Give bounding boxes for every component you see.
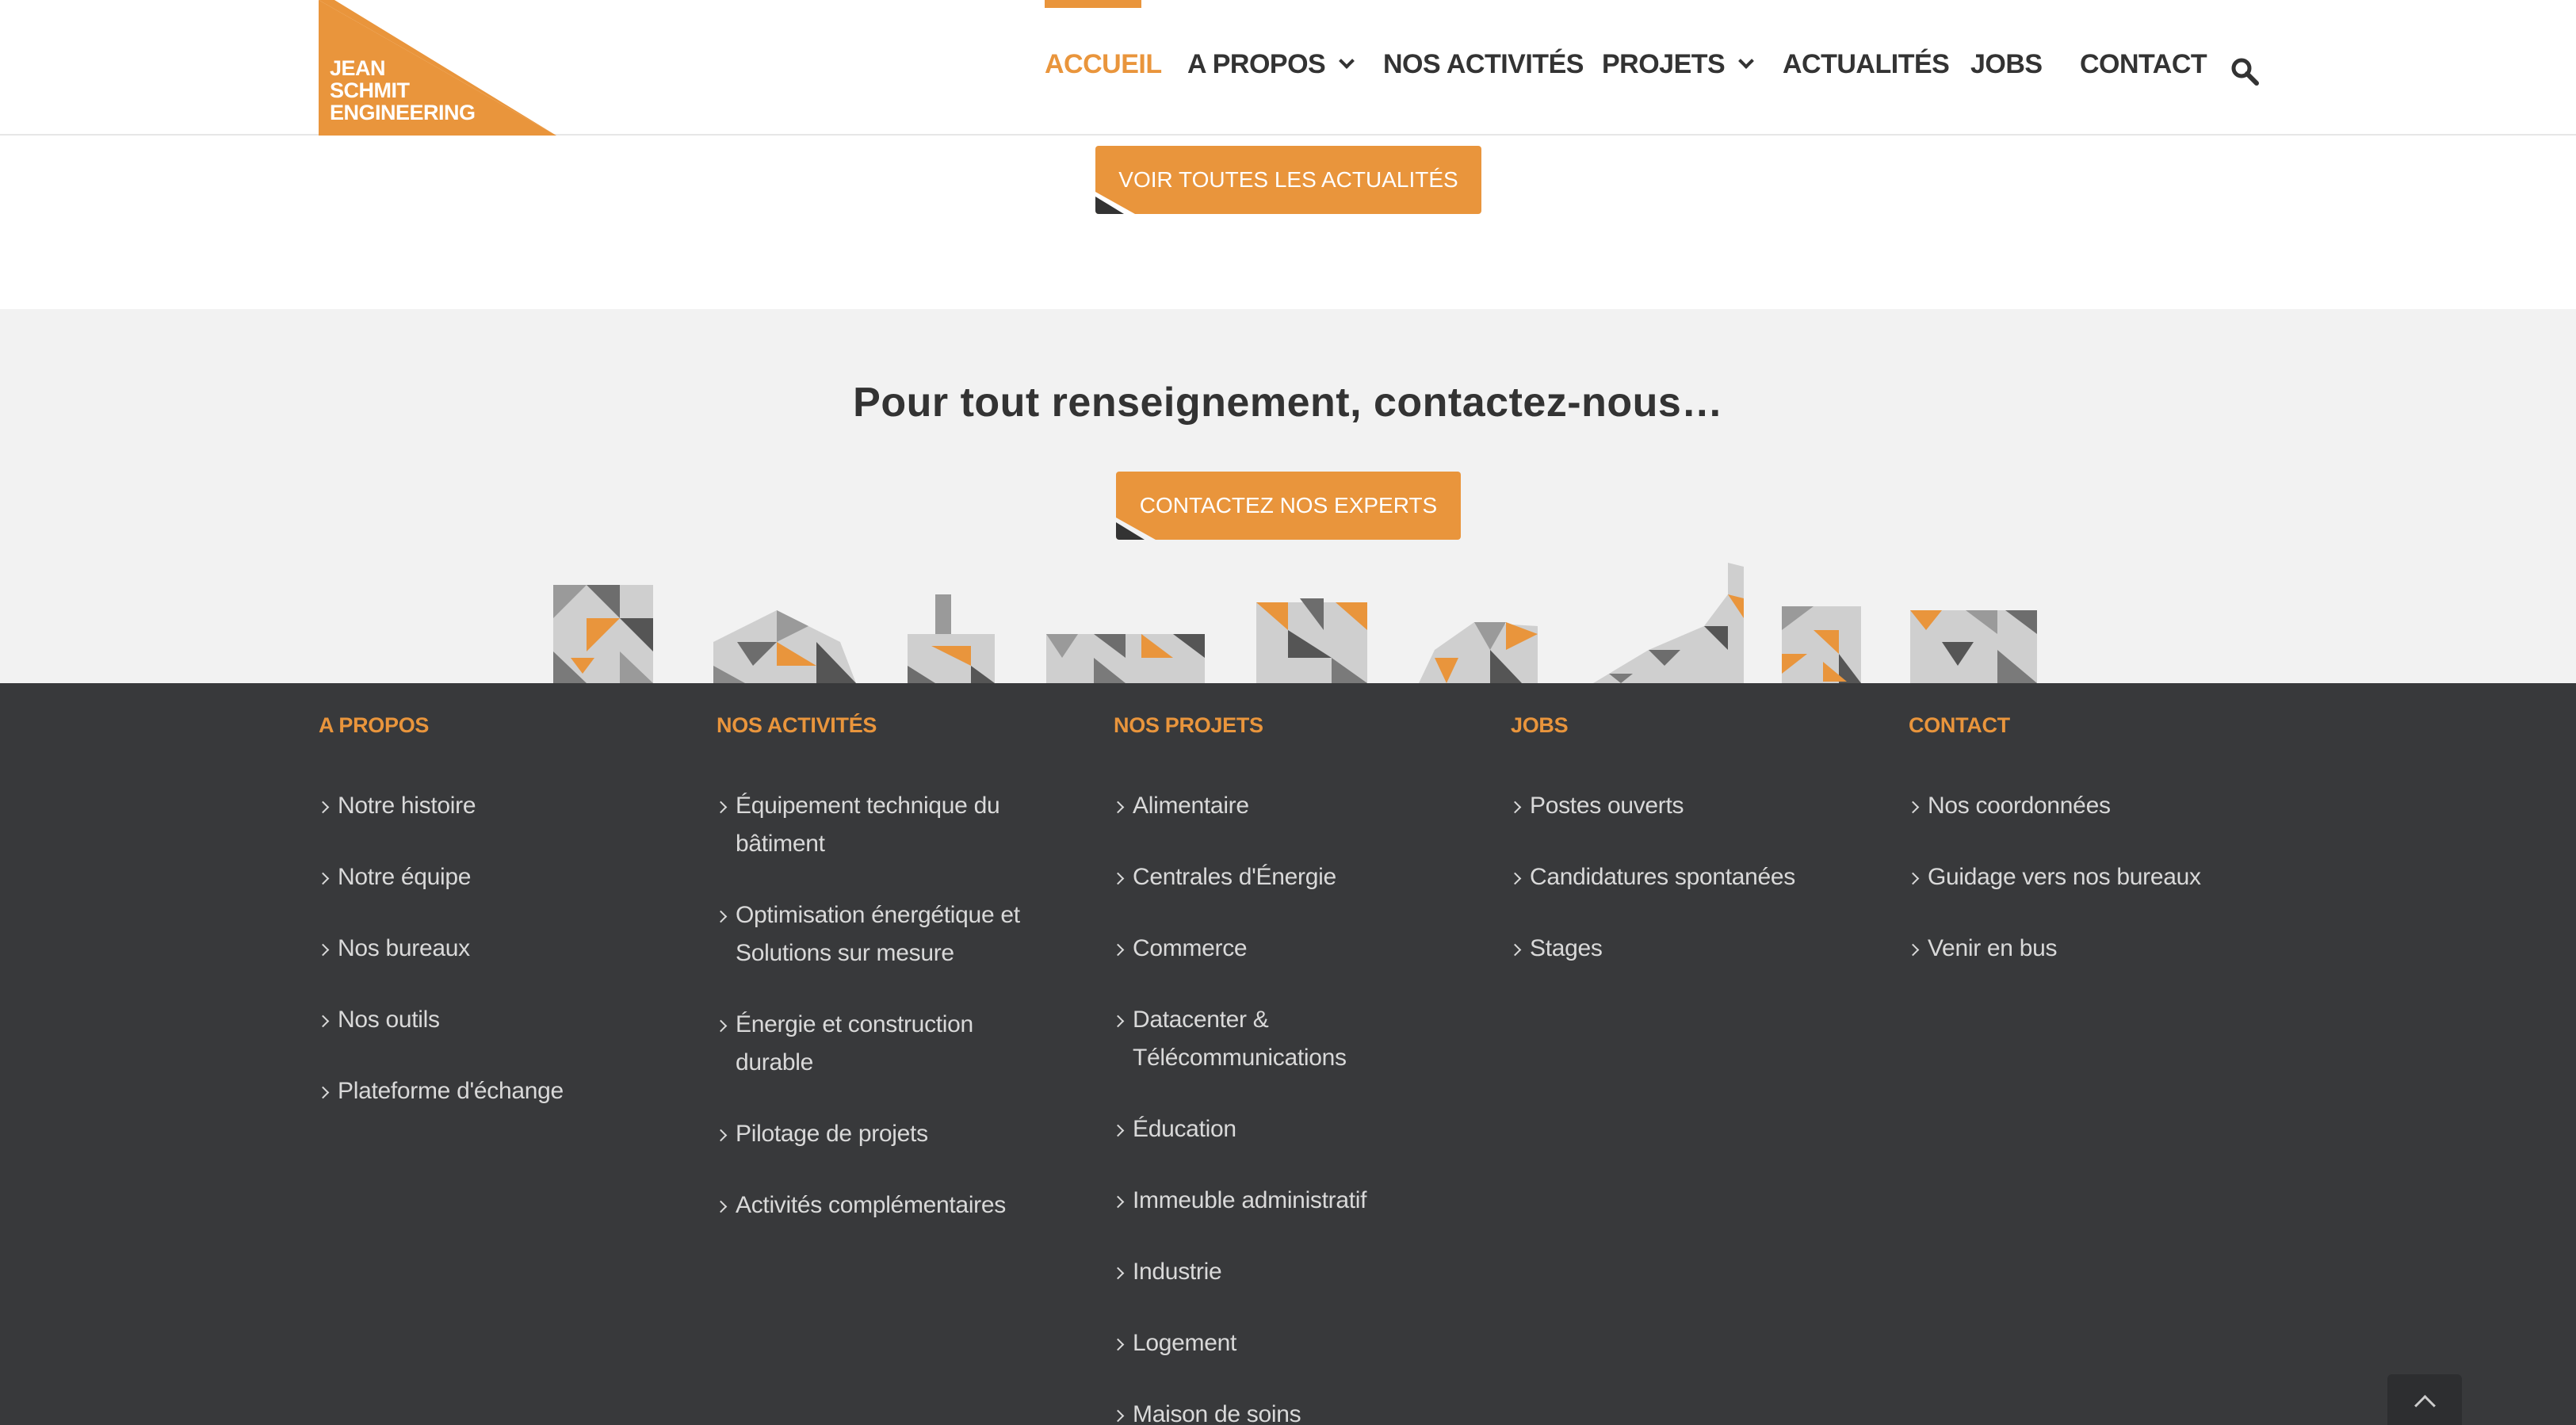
footer-link[interactable]: Alimentaire [1114,787,1415,825]
footer-column-contact: CONTACT Nos coordonnées Guidage vers nos… [1909,713,2201,1001]
footer-link[interactable]: Équipement technique du bâtiment [717,787,1041,863]
footer-column-nos-activites: NOS ACTIVITÉS Équipement technique du bâ… [717,713,1041,1258]
nav-label: NOS ACTIVITÉS [1383,49,1584,79]
nav-label: JOBS [1970,49,2043,79]
button-label: CONTACTEZ NOS EXPERTS [1139,493,1438,518]
building-shape [1782,606,1861,683]
building-shape [553,585,653,683]
footer-column-title: JOBS [1511,713,1569,737]
footer-column-title: A PROPOS [319,713,430,737]
footer-link[interactable]: Maison de soins [1114,1396,1415,1425]
footer-link[interactable]: Candidatures spontanées [1511,858,1795,896]
contact-title: Pour tout renseignement, contactez-nous… [853,380,1723,426]
footer-link[interactable]: Plateforme d'échange [319,1072,564,1110]
building-shape [1910,610,2037,683]
footer-link[interactable]: Venir en bus [1909,930,2201,968]
footer-link[interactable]: Nos outils [319,1001,564,1039]
building-shape [908,594,995,683]
building-shape [1419,622,1538,683]
footer-link[interactable]: Nos coordonnées [1909,787,2201,825]
search-icon[interactable] [2230,57,2259,86]
logo[interactable]: JEAN SCHMIT ENGINEERING [319,0,556,136]
active-nav-indicator [1045,0,1141,8]
nav-contact[interactable]: CONTACT [2080,49,2207,80]
button-corner-decoration [1116,518,1156,540]
footer-column-nos-projets: NOS PROJETS Alimentaire Centrales d'Éner… [1114,713,1415,1425]
footer-link[interactable]: Notre histoire [319,787,564,825]
footer-link[interactable]: Commerce [1114,930,1415,968]
footer-column-title: CONTACT [1909,713,2010,737]
nav-label: CONTACT [2080,49,2207,79]
chevron-down-icon [1339,53,1355,69]
contact-experts-button[interactable]: CONTACTEZ NOS EXPERTS [1116,472,1461,540]
footer-link[interactable]: Activités complémentaires [717,1186,1041,1224]
view-all-news-button[interactable]: VOIR TOUTES LES ACTUALITÉS [1095,146,1481,214]
buildings-illustration [553,563,2037,683]
nav-nos-activites[interactable]: NOS ACTIVITÉS [1383,49,1584,80]
nav-label: ACCUEIL [1045,49,1162,79]
nav-jobs[interactable]: JOBS [1970,49,2043,80]
button-corner-decoration [1095,192,1135,214]
footer-link[interactable]: Guidage vers nos bureaux [1909,858,2201,896]
nav-label: ACTUALITÉS [1783,49,1950,79]
footer-link[interactable]: Nos bureaux [319,930,564,968]
footer-link[interactable]: Logement [1114,1324,1415,1362]
footer-link[interactable]: Énergie et construction durable [717,1006,1041,1082]
nav-accueil[interactable]: ACCUEIL [1045,49,1162,80]
building-shape [713,610,856,683]
footer-link[interactable]: Notre équipe [319,858,564,896]
nav-label: PROJETS [1602,49,1726,79]
footer-link[interactable]: Optimisation énergétique et Solutions su… [717,896,1041,972]
footer-column-a-propos: A PROPOS Notre histoire Notre équipe Nos… [319,713,564,1144]
footer-link[interactable]: Postes ouverts [1511,787,1795,825]
building-shape [1593,563,1744,683]
nav-actualites[interactable]: ACTUALITÉS [1783,49,1950,80]
footer-link[interactable]: Industrie [1114,1253,1415,1291]
nav-a-propos[interactable]: A PROPOS [1187,49,1355,80]
footer-column-jobs: JOBS Postes ouverts Candidatures spontan… [1511,713,1795,1001]
back-to-top-button[interactable] [2387,1374,2462,1425]
footer-link[interactable]: Pilotage de projets [717,1115,1041,1153]
logo-line: JEAN [330,56,386,80]
logo-text: JEAN SCHMIT ENGINEERING [330,57,476,124]
nav-label: A PROPOS [1187,49,1326,79]
building-shape [1256,598,1367,683]
footer-link[interactable]: Datacenter & Télécommunications [1114,1001,1351,1077]
button-label: VOIR TOUTES LES ACTUALITÉS [1118,167,1458,192]
footer-link[interactable]: Stages [1511,930,1795,968]
footer-link[interactable]: Centrales d'Énergie [1114,858,1415,896]
nav-projets[interactable]: PROJETS [1602,49,1755,80]
footer-column-title: NOS PROJETS [1114,713,1263,737]
chevron-down-icon [1738,53,1755,69]
site-header: JEAN SCHMIT ENGINEERING ACCUEIL A PROPOS… [0,0,2576,136]
logo-line: SCHMIT [330,78,410,102]
footer-link[interactable]: Éducation [1114,1110,1415,1148]
logo-line: ENGINEERING [330,101,476,124]
footer-column-title: NOS ACTIVITÉS [717,713,877,737]
building-shape [1046,634,1205,683]
footer-link[interactable]: Immeuble administratif [1114,1182,1415,1220]
